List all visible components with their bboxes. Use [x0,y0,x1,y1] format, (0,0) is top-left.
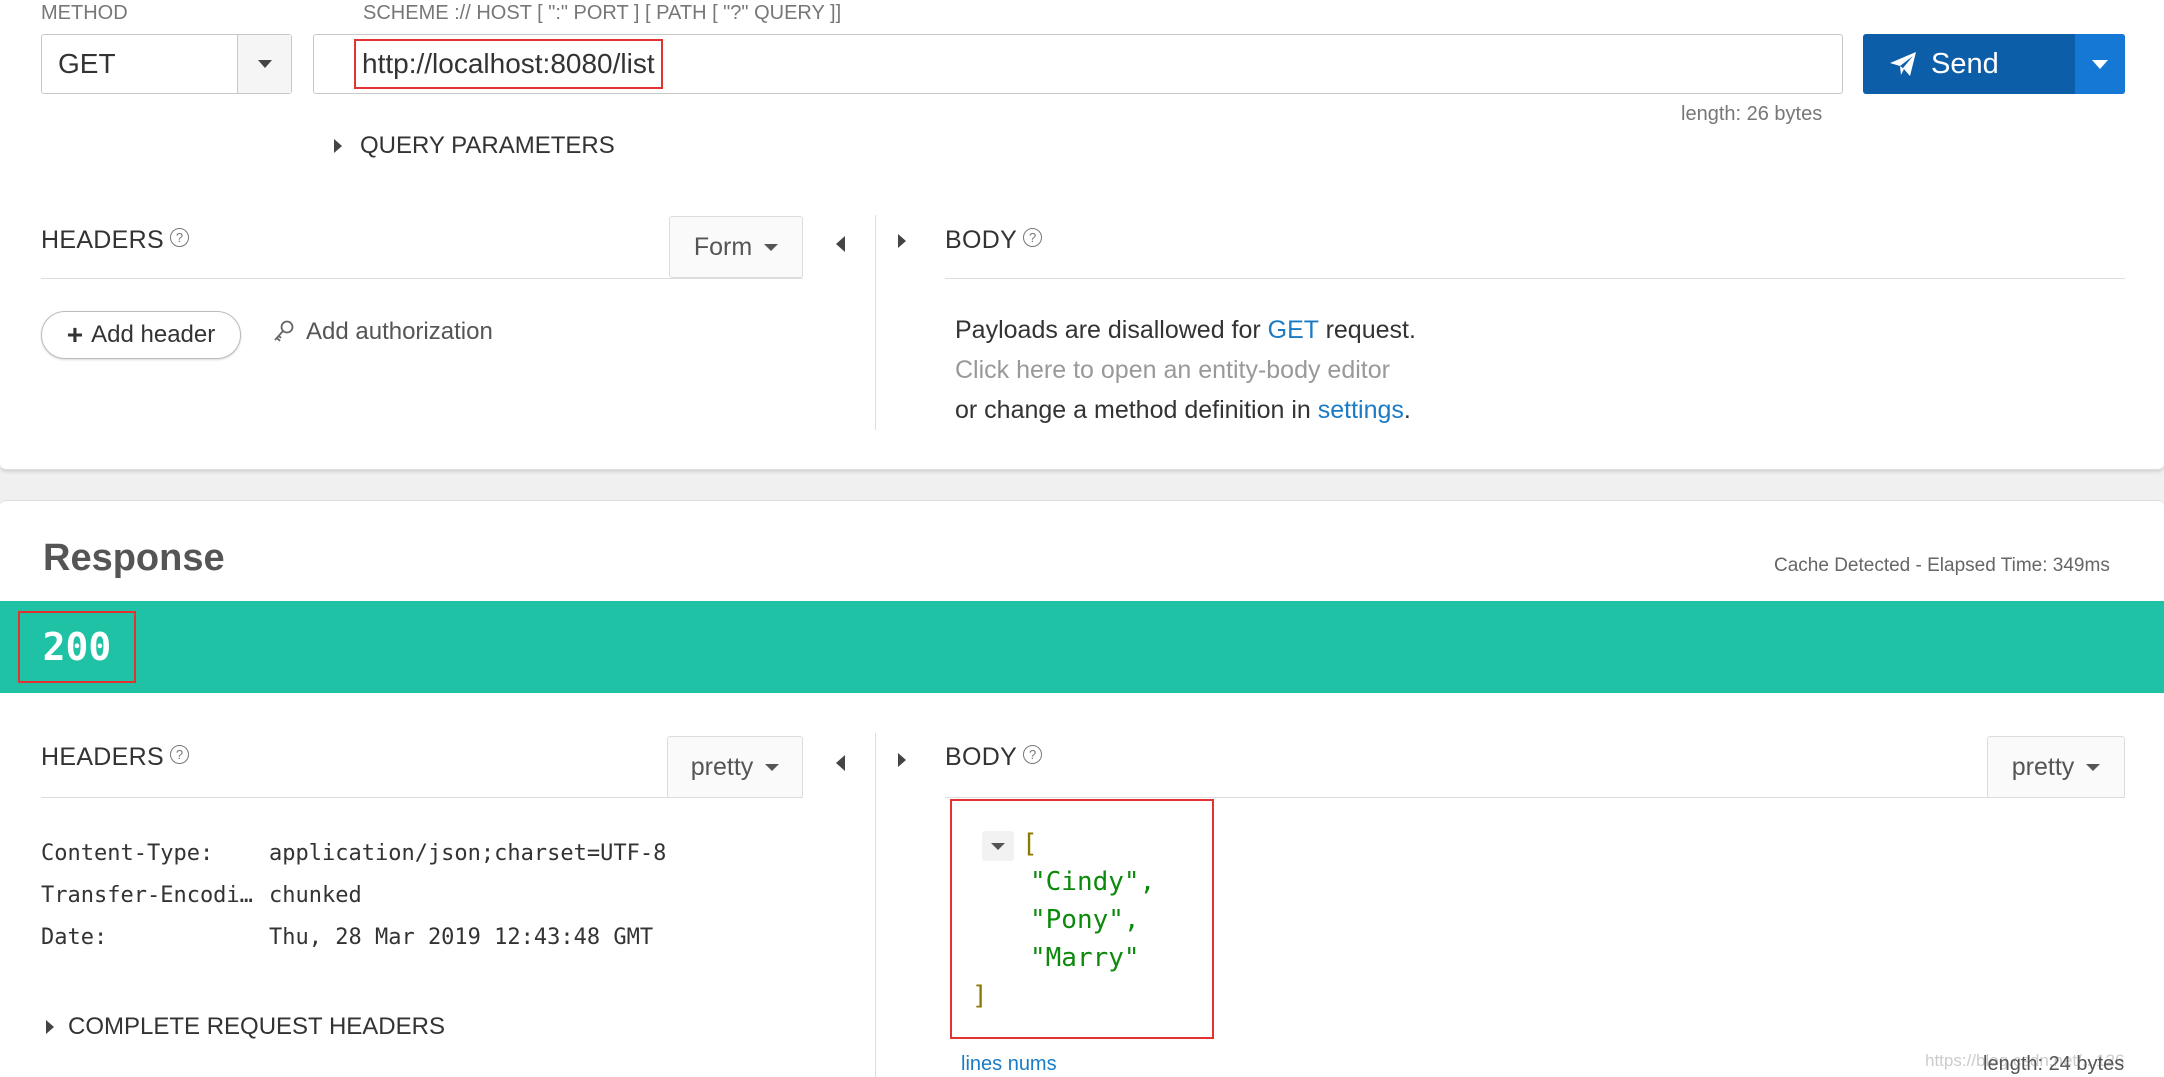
expand-response-body-toggle[interactable] [898,753,906,772]
change-method-text: or change a method definition in setting… [955,390,1411,430]
complete-request-headers-toggle[interactable]: COMPLETE REQUEST HEADERS [46,1013,445,1041]
response-headers-heading: HEADERS? [41,743,189,772]
headers-mode-dropdown[interactable]: Form [669,216,803,278]
divider [41,797,803,798]
json-collapse-toggle[interactable] [982,831,1014,861]
change-method-prefix: or change a method definition in [955,396,1318,424]
url-value[interactable]: http://localhost:8080/list [354,39,663,89]
payload-disallowed-text: Payloads are disallowed for GET request. [955,310,1416,350]
help-icon[interactable]: ? [1023,744,1043,764]
vertical-divider [875,733,876,1077]
json-viewer: [ "Cindy", "Pony", "Marry" ] [950,799,1214,1039]
response-body-length: length: 24 bytes [1983,1053,2125,1075]
method-label: METHOD [41,2,128,24]
chevron-down-icon [2092,59,2108,69]
status-bar: 200 [0,601,2164,693]
collapse-headers-toggle[interactable] [836,236,845,257]
headers-mode-value: Form [693,232,753,261]
json-item: "Pony", [1030,905,1140,935]
key-icon [274,320,294,342]
chevron-down-icon [765,763,780,771]
divider [945,797,2125,798]
query-parameters-toggle[interactable]: QUERY PARAMETERS [334,132,615,160]
header-value: Thu, 28 Mar 2019 12:43:48 GMT [269,925,654,950]
chevron-down-icon [991,842,1005,850]
request-panel: METHOD SCHEME :// HOST [ ":" PORT ] [ PA… [0,0,2164,470]
send-button[interactable]: Send [1863,34,2075,94]
method-dropdown-toggle[interactable] [237,35,291,93]
complete-request-headers-label: COMPLETE REQUEST HEADERS [68,1013,445,1040]
send-label: Send [1931,47,1999,80]
url-length: length: 26 bytes [1681,103,1823,125]
header-name: Transfer-Encodi… [41,883,253,908]
paper-plane-icon [1890,52,1916,76]
url-input[interactable]: http://localhost:8080/list [313,34,1843,94]
response-meta: Cache Detected - Elapsed Time: 349ms [1774,555,2110,576]
add-authorization-button[interactable]: Add authorization [272,318,493,346]
header-value: chunked [269,883,362,908]
help-icon[interactable]: ? [169,227,189,247]
request-body-title: BODY [945,226,1018,254]
json-item: "Marry" [1030,943,1140,973]
header-name: Content-Type: [41,841,214,866]
expand-body-toggle[interactable] [898,234,906,253]
header-name: Date: [41,925,108,950]
response-body-title: BODY [945,743,1018,771]
response-title: Response [43,537,225,579]
request-headers-heading: HEADERS? [41,226,189,255]
send-button-group: Send [1863,34,2125,94]
status-code: 200 [18,611,136,683]
json-item: "Cindy", [1030,867,1156,897]
help-icon[interactable]: ? [169,744,189,764]
chevron-down-icon [2086,763,2101,771]
json-open-bracket: [ [1022,829,1038,859]
add-header-label: Add header [91,321,216,348]
url-format-label: SCHEME :// HOST [ ":" PORT ] [ PATH [ "?… [363,2,842,24]
response-body-heading: BODY? [945,743,1043,772]
response-headers-list: Content-Type: application/json;charset=U… [41,833,666,959]
method-select[interactable]: GET [41,34,292,94]
response-panel: Response Cache Detected - Elapsed Time: … [0,500,2164,1077]
help-icon[interactable]: ? [1023,227,1043,247]
divider [41,278,803,279]
payload-text-suffix: request. [1318,316,1416,344]
payload-text-prefix: Payloads are disallowed for [955,316,1268,344]
settings-link[interactable]: settings [1318,396,1404,424]
header-row: Transfer-Encodi… chunked [41,875,666,917]
add-header-button[interactable]: + Add header [41,311,241,359]
json-close-bracket: ] [972,981,988,1011]
chevron-left-icon [836,236,845,252]
response-headers-mode-dropdown[interactable]: pretty [667,736,803,798]
response-headers-title: HEADERS [41,743,164,771]
payload-method-link: GET [1267,316,1319,344]
response-headers-mode-value: pretty [690,752,754,781]
response-body-mode-value: pretty [2011,752,2075,781]
method-value: GET [58,48,116,79]
header-row: Date: Thu, 28 Mar 2019 12:43:48 GMT [41,917,666,959]
query-parameters-label: QUERY PARAMETERS [360,132,615,159]
add-authorization-label: Add authorization [306,318,493,345]
chevron-right-icon [46,1020,54,1034]
chevron-down-icon [764,243,779,251]
chevron-left-icon [836,755,845,771]
request-body-heading: BODY? [945,226,1043,255]
change-method-suffix: . [1403,396,1411,424]
header-row: Content-Type: application/json;charset=U… [41,833,666,875]
chevron-right-icon [898,234,906,248]
open-entity-editor-link[interactable]: Click here to open an entity-body editor [955,350,1390,390]
divider [945,278,2125,279]
plus-icon: + [66,319,84,350]
chevron-right-icon [334,139,342,153]
send-options-toggle[interactable] [2075,34,2125,94]
request-headers-title: HEADERS [41,226,164,254]
chevron-right-icon [898,753,906,767]
header-value: application/json;charset=UTF-8 [269,841,667,866]
chevron-down-icon [257,60,272,68]
response-body-mode-dropdown[interactable]: pretty [1987,736,2125,798]
lines-nums-link[interactable]: lines nums [961,1053,1057,1076]
vertical-divider [875,215,876,430]
collapse-response-headers-toggle[interactable] [836,755,845,776]
